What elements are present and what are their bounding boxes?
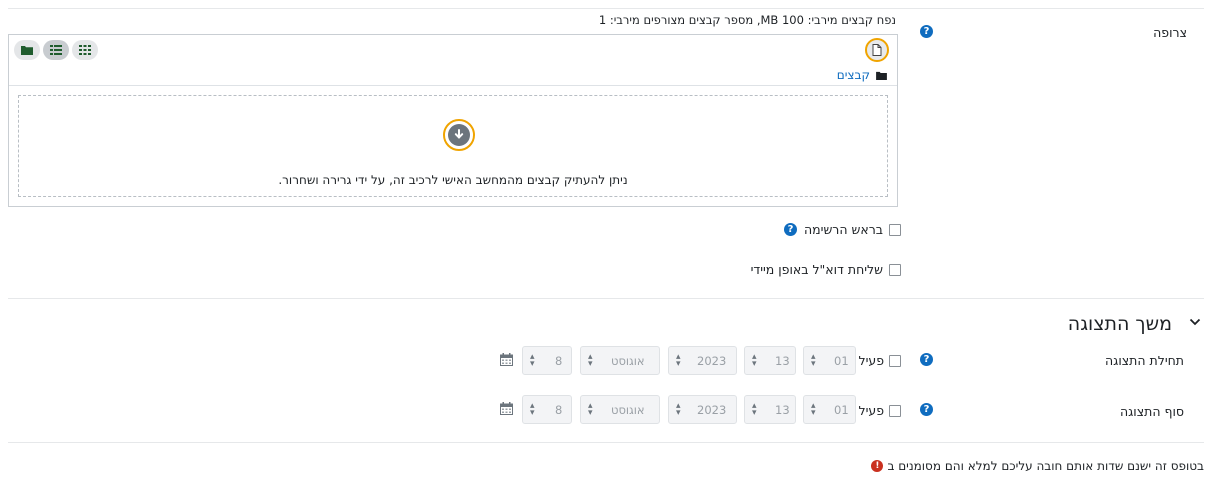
list-icon <box>50 45 62 55</box>
end-label: סוף התצוגה <box>1119 404 1184 419</box>
required-note: בטופס זה ישנם שדות אותם חובה עליכם למלא … <box>871 459 1204 473</box>
required-note-text: בטופס זה ישנם שדות אותם חובה עליכם למלא … <box>887 459 1204 473</box>
start-date-selector: ▴ ▾ 8 ▴ ▾ אוגוסט ▴ ▾ 2023 ▴ ▾ 13 ▴ ▾ 01 <box>500 346 910 375</box>
end-month-select[interactable]: ▴ ▾ 13 <box>744 395 796 424</box>
end-day-select[interactable]: ▴ ▾ 01 <box>803 395 856 424</box>
breadcrumb-files-link[interactable]: קבצים <box>837 68 870 82</box>
add-file-button[interactable] <box>865 38 889 62</box>
view-list-button[interactable] <box>43 40 69 60</box>
attachment-label: צרופה <box>1153 25 1187 40</box>
help-icon[interactable]: ? <box>784 223 797 236</box>
chevron-down-icon[interactable] <box>1189 318 1201 326</box>
help-icon[interactable]: ? <box>920 25 933 38</box>
drop-zone-text: ניתן להעתיק קבצים מהמחשב האישי לרכיב זה,… <box>278 173 628 187</box>
file-manager-toolbar: קבצים <box>9 35 897 86</box>
download-icon <box>443 119 475 151</box>
start-day-select[interactable]: ▴ ▾ 01 <box>803 346 856 375</box>
breadcrumb: קבצים <box>837 68 887 82</box>
file-manager: קבצים ניתן להעתיק קבצים מהמחשב האישי לרכ… <box>8 34 898 207</box>
help-icon[interactable]: ? <box>920 403 933 416</box>
folder-icon <box>876 71 887 80</box>
folder-icon <box>21 46 33 55</box>
calendar-icon[interactable] <box>500 353 513 366</box>
footer-divider <box>8 442 1204 443</box>
start-hour-select[interactable]: ▴ ▾ 8 <box>522 346 572 375</box>
end-year-select[interactable]: ▴ ▾ 2023 <box>668 395 737 424</box>
mail-now-checkbox[interactable] <box>889 264 901 276</box>
file-add-icon <box>872 44 882 56</box>
grid-icon <box>79 45 91 55</box>
drop-zone[interactable]: ניתן להעתיק קבצים מהמחשב האישי לרכיב זה,… <box>18 95 888 197</box>
view-folder-button[interactable] <box>14 40 40 60</box>
start-year-select[interactable]: ▴ ▾ 2023 <box>668 346 737 375</box>
top-divider <box>8 8 1204 9</box>
section-divider <box>8 298 1204 299</box>
help-icon[interactable]: ? <box>920 353 933 366</box>
end-date-selector: ▴ ▾ 8 ▴ ▾ אוגוסט ▴ ▾ 2023 ▴ ▾ 13 ▴ ▾ 01 <box>500 395 910 424</box>
calendar-icon[interactable] <box>500 402 513 415</box>
start-month-name-select[interactable]: ▴ ▾ אוגוסט <box>580 346 660 375</box>
display-period-title[interactable]: משך התצוגה <box>1068 313 1172 335</box>
pinned-label: בראש הרשימה <box>804 222 883 237</box>
start-label: תחילת התצוגה <box>1105 353 1184 368</box>
mail-now-label: שליחת דוא"ל באופן מיידי <box>750 262 883 277</box>
view-icons-button[interactable] <box>72 40 98 60</box>
end-hour-select[interactable]: ▴ ▾ 8 <box>522 395 572 424</box>
pinned-checkbox[interactable] <box>889 224 901 236</box>
start-month-select[interactable]: ▴ ▾ 13 <box>744 346 796 375</box>
attachment-limits: נפח קבצים מירבי: 100 MB, מספר קבצים מצור… <box>598 13 896 27</box>
end-month-name-select[interactable]: ▴ ▾ אוגוסט <box>580 395 660 424</box>
required-icon: ! <box>871 460 884 472</box>
